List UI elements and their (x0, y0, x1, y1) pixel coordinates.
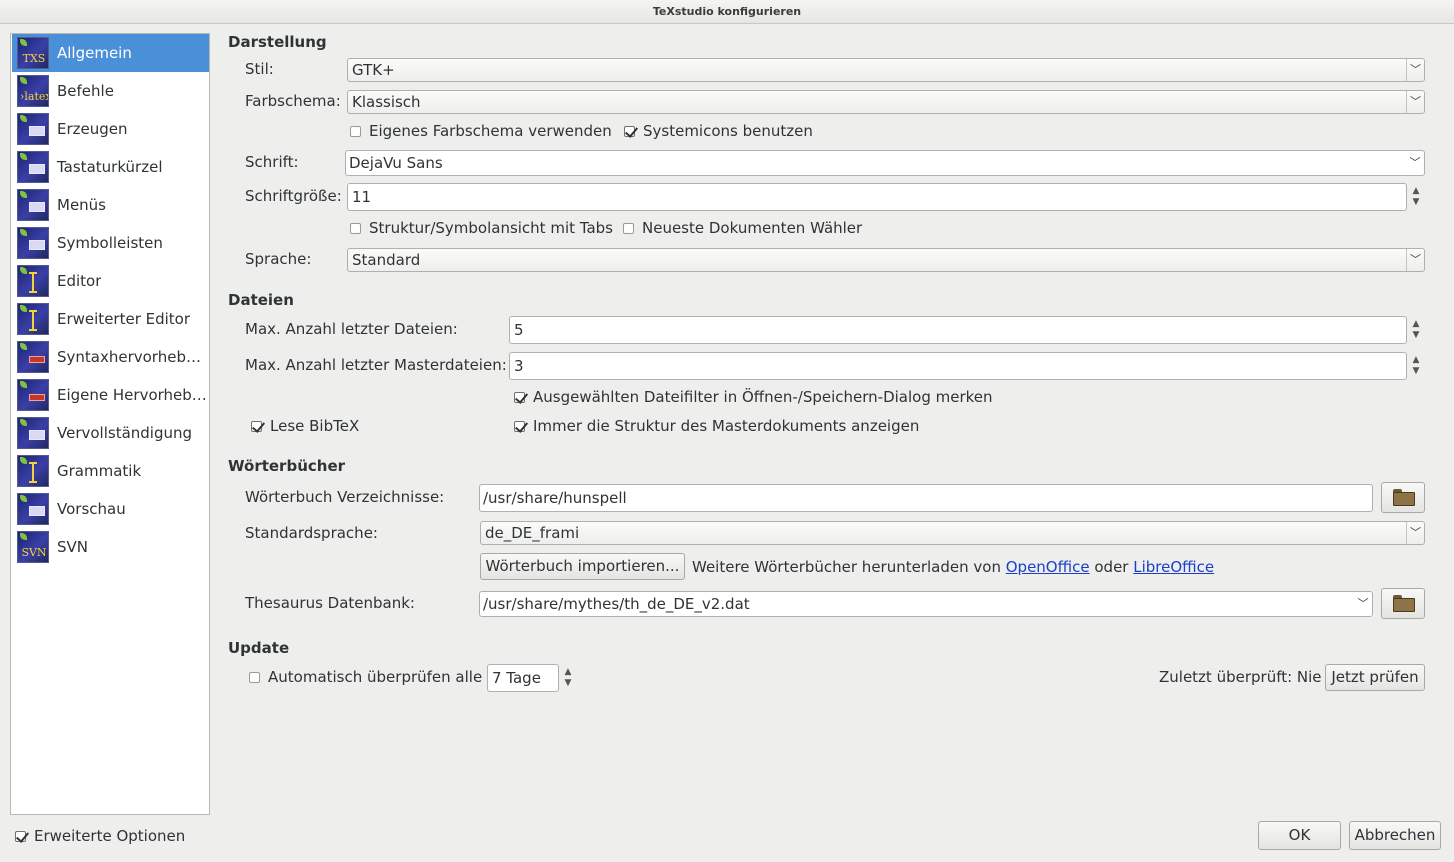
chevron-down-icon[interactable]: ▼ (1413, 197, 1420, 208)
section-woerterbuecher: Wörterbücher (228, 457, 346, 475)
chevron-down-icon: ﹀ (1406, 91, 1424, 113)
woerterbuch-importieren-button[interactable]: Wörterbuch importieren... (480, 553, 685, 580)
sidebar-item-befehle[interactable]: ›latex Befehle (12, 72, 209, 110)
editor-icon (17, 265, 49, 297)
sidebar-item-symbolleisten[interactable]: Symbolleisten (12, 224, 209, 262)
schriftgroesse-stepper[interactable]: ▲ ▼ (1407, 183, 1425, 211)
sidebar-item-syntaxhervorhebung[interactable]: Syntaxhervorheb… (12, 338, 209, 376)
sidebar-item-svn[interactable]: SVN SVN (12, 528, 209, 566)
config-category-list[interactable]: TXS Allgemein ›latex Befehle Erzeugen Ta… (10, 33, 210, 815)
chevron-up-icon[interactable]: ▲ (1413, 355, 1420, 366)
schrift-label: Schrift: (245, 153, 299, 171)
svn-icon: SVN (17, 531, 49, 563)
schrift-font-select[interactable]: DejaVu Sans ﹀ (345, 150, 1425, 176)
chevron-down-icon[interactable]: ▼ (1413, 366, 1420, 377)
dateifilter-checkbox[interactable]: Ausgewählten Dateifilter in Öffnen-/Spei… (514, 388, 993, 406)
max-master-spinbox[interactable]: 3 (509, 352, 1407, 380)
sprache-select[interactable]: Standard ﹀ (347, 248, 1425, 272)
struktur-tabs-checkbox[interactable]: Struktur/Symbolansicht mit Tabs (350, 219, 613, 237)
ok-button[interactable]: OK (1258, 821, 1341, 850)
lese-bibtex-checkbox[interactable]: Lese BibTeX (251, 417, 359, 435)
max-dateien-stepper[interactable]: ▲ ▼ (1407, 316, 1425, 344)
abbrechen-button[interactable]: Abbrechen (1349, 821, 1441, 850)
txs-icon: TXS (17, 37, 49, 69)
custom-highlight-icon (17, 379, 49, 411)
max-master-label: Max. Anzahl letzter Masterdateien: (245, 356, 507, 374)
syntax-highlight-icon (17, 341, 49, 373)
sidebar-item-erweiterter-editor[interactable]: Erweiterter Editor (12, 300, 209, 338)
browse-thesaurus-button[interactable] (1381, 588, 1425, 619)
window-titlebar: TeXstudio konfigurieren (0, 0, 1454, 24)
sidebar-item-menues[interactable]: Menüs (12, 186, 209, 224)
struktur-master-checkbox[interactable]: Immer die Struktur des Masterdokuments a… (514, 417, 919, 435)
zuletzt-geprueft-text: Zuletzt überprüft: Nie (1159, 668, 1322, 686)
thesaurus-label: Thesaurus Datenbank: (245, 594, 415, 612)
update-interval-spinbox[interactable]: 7 Tage (487, 664, 559, 692)
sidebar-item-tastaturkuerzel[interactable]: Tastaturkürzel (12, 148, 209, 186)
chevron-down-icon: ﹀ (1406, 249, 1424, 271)
toolbar-icon (17, 227, 49, 259)
update-interval-stepper[interactable]: ▲ ▼ (559, 664, 577, 692)
jetzt-pruefen-button[interactable]: Jetzt prüfen (1325, 664, 1425, 691)
verzeichnisse-label: Wörterbuch Verzeichnisse: (245, 488, 445, 506)
sidebar-item-vorschau[interactable]: Vorschau (12, 490, 209, 528)
build-icon (17, 113, 49, 145)
standardsprache-label: Standardsprache: (245, 524, 378, 542)
libreoffice-link[interactable]: LibreOffice (1133, 558, 1214, 576)
eigenes-farbschema-checkbox[interactable]: Eigenes Farbschema verwenden (350, 122, 612, 140)
advanced-editor-icon (17, 303, 49, 335)
thesaurus-select[interactable]: /usr/share/mythes/th_de_DE_v2.dat ﹀ (479, 591, 1373, 617)
standardsprache-select[interactable]: de_DE_frami ﹀ (480, 521, 1425, 545)
sidebar-item-allgemein[interactable]: TXS Allgemein (12, 34, 209, 72)
sidebar-item-editor[interactable]: Editor (12, 262, 209, 300)
neueste-dokumente-checkbox[interactable]: Neueste Dokumenten Wähler (623, 219, 862, 237)
chevron-down-icon[interactable]: ▼ (565, 678, 572, 689)
max-dateien-spinbox[interactable]: 5 (509, 316, 1407, 344)
chevron-up-icon[interactable]: ▲ (1413, 319, 1420, 330)
section-update: Update (228, 639, 290, 657)
max-dateien-label: Max. Anzahl letzter Dateien: (245, 320, 458, 338)
section-dateien: Dateien (228, 291, 294, 309)
chevron-down-icon: ﹀ (1357, 597, 1369, 610)
chevron-down-icon[interactable]: ▼ (1413, 330, 1420, 341)
schriftgroesse-spinbox[interactable]: 11 (347, 183, 1407, 211)
section-darstellung: Darstellung (228, 33, 327, 51)
keyboard-icon (17, 151, 49, 183)
browse-verzeichnis-button[interactable] (1381, 482, 1425, 513)
grammar-icon (17, 455, 49, 487)
erweiterte-optionen-checkbox[interactable]: Erweiterte Optionen (15, 827, 185, 845)
systemicons-checkbox[interactable]: Systemicons benutzen (624, 122, 813, 140)
sidebar-item-eigene-hervorhebung[interactable]: Eigene Hervorheb… (12, 376, 209, 414)
chevron-down-icon: ﹀ (1409, 156, 1421, 169)
sidebar-item-grammatik[interactable]: Grammatik (12, 452, 209, 490)
preview-icon (17, 493, 49, 525)
chevron-up-icon[interactable]: ▲ (565, 667, 572, 678)
folder-icon (1393, 595, 1415, 612)
auto-check-checkbox[interactable]: Automatisch überprüfen alle (249, 668, 482, 686)
download-info: Weitere Wörterbücher herunterladen von O… (692, 558, 1215, 576)
completion-icon (17, 417, 49, 449)
menu-icon (17, 189, 49, 221)
farbschema-select[interactable]: Klassisch ﹀ (347, 90, 1425, 114)
window-title: TeXstudio konfigurieren (652, 5, 802, 18)
farbschema-label: Farbschema: (245, 92, 341, 110)
sidebar-item-erzeugen[interactable]: Erzeugen (12, 110, 209, 148)
schriftgroesse-label: Schriftgröße: (245, 187, 342, 205)
max-master-stepper[interactable]: ▲ ▼ (1407, 352, 1425, 380)
chevron-down-icon: ﹀ (1406, 59, 1424, 81)
stil-select[interactable]: GTK+ ﹀ (347, 58, 1425, 82)
sidebar-item-vervollstaendigung[interactable]: Vervollständigung (12, 414, 209, 452)
sprache-label: Sprache: (245, 250, 312, 268)
chevron-down-icon: ﹀ (1406, 522, 1424, 544)
openoffice-link[interactable]: OpenOffice (1006, 558, 1090, 576)
woerterbuch-verzeichnis-input[interactable]: /usr/share/hunspell (479, 484, 1373, 512)
chevron-up-icon[interactable]: ▲ (1413, 186, 1420, 197)
stil-label: Stil: (245, 60, 274, 78)
latex-icon: ›latex (17, 75, 49, 107)
folder-icon (1393, 489, 1415, 506)
